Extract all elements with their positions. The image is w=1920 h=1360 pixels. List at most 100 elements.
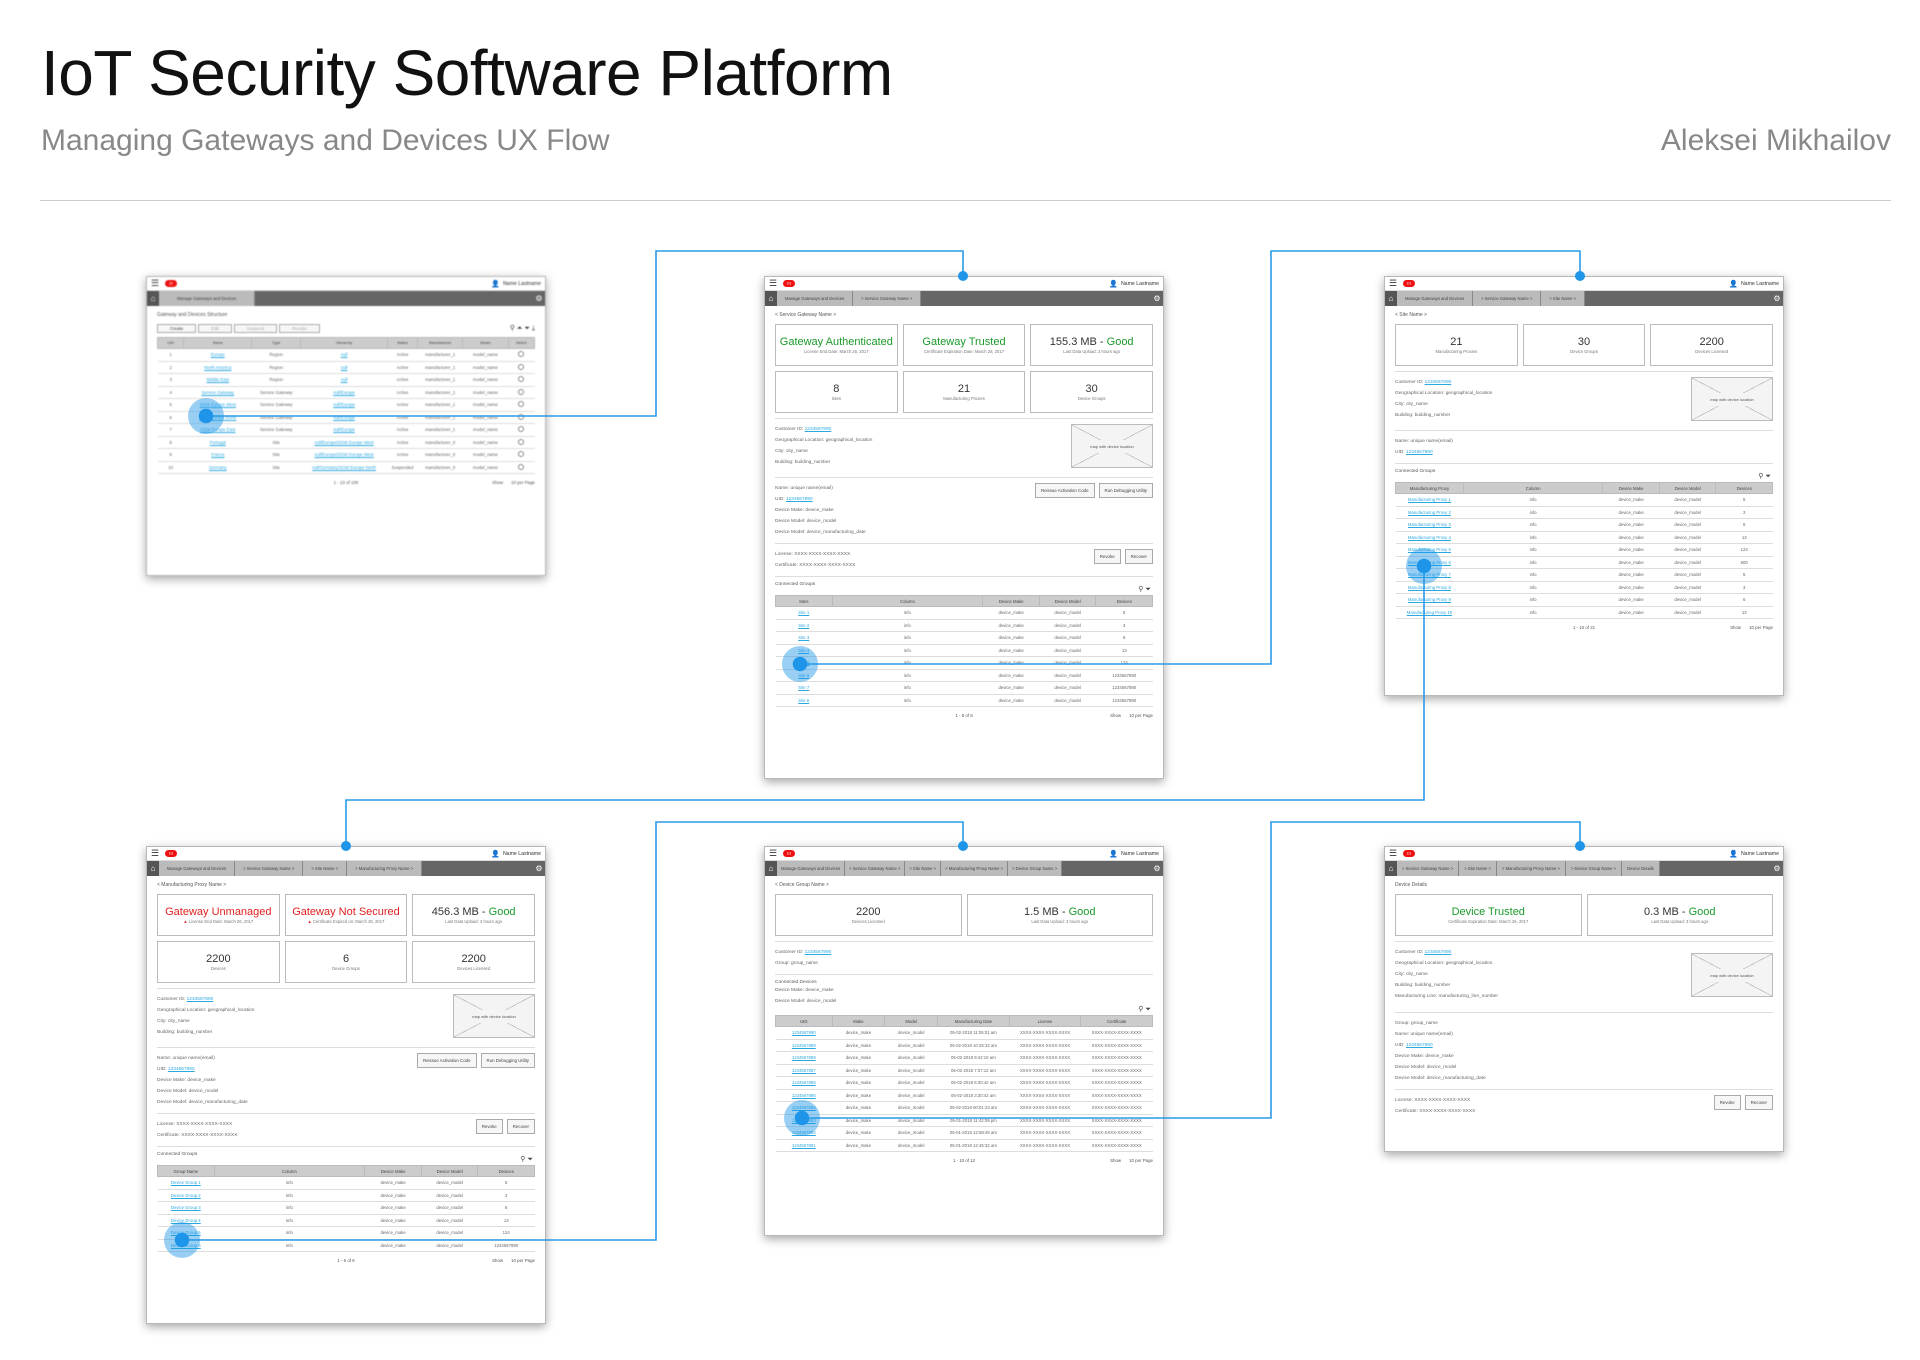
page-range[interactable]: 1 - 8 of 8 [955, 713, 972, 718]
menu-icon[interactable]: ☰ [151, 849, 159, 858]
row-link[interactable]: 1234567889 [775, 1039, 833, 1052]
home-icon[interactable]: ⌂ [147, 291, 159, 306]
col-header[interactable]: Column [213, 1165, 366, 1177]
table-row[interactable]: Device Group 6infodevice_makedevice_mode… [157, 1239, 535, 1252]
breadcrumb-item[interactable]: Manage Gateways and Devices [777, 291, 854, 306]
row-select-checkbox[interactable] [508, 448, 535, 462]
revoke-button[interactable]: Revoke [475, 1119, 503, 1134]
back-link[interactable]: < Site Name > [1395, 312, 1773, 318]
row-link[interactable]: Site 8 [775, 694, 833, 707]
table-row[interactable]: 10 Germany Site null/Germany/SGW Europe Nor… [157, 461, 535, 474]
row-select-checkbox[interactable] [508, 423, 535, 437]
home-icon[interactable]: ⌂ [1385, 291, 1397, 306]
row-link[interactable]: null/Europe [300, 411, 388, 424]
row-link[interactable]: France [183, 448, 252, 462]
customer-id-link[interactable]: 1234567890 [1425, 380, 1452, 385]
col-header[interactable]: Manufacturer [417, 337, 464, 349]
back-link[interactable]: < Device Group Name > [775, 882, 1153, 888]
create-button[interactable]: Create [157, 324, 197, 333]
gear-icon[interactable]: ⚙ [533, 291, 545, 306]
filter-icon[interactable]: ⏷ [1765, 473, 1771, 480]
row-link[interactable]: Site 7 [775, 681, 833, 695]
table-row[interactable]: 9 France Site null/Europe/SGW Europe West Ac… [157, 448, 535, 462]
row-link[interactable]: Germany [183, 461, 252, 474]
reissue-code-button[interactable]: Reissue Activation Code [1034, 483, 1095, 498]
row-link[interactable]: Middle East [183, 373, 252, 387]
col-header[interactable]: Status [386, 337, 419, 349]
row-link[interactable]: null/Europe [300, 423, 388, 437]
breadcrumb-item[interactable]: > Service Gateway Name > [853, 291, 922, 306]
breadcrumb-item[interactable]: > Site Name > [1459, 861, 1497, 876]
alert-badge[interactable]: !!! [165, 850, 177, 857]
col-header[interactable]: Device Model [1038, 595, 1097, 607]
alert-badge[interactable]: !!! [165, 280, 177, 287]
row-link[interactable]: Europe [183, 348, 252, 362]
row-link[interactable]: Site 2 [775, 619, 833, 632]
edit-button[interactable]: Edit [198, 324, 232, 333]
table-row[interactable]: Device Group 1 info device_make device_mode… [157, 1176, 535, 1190]
search-icon[interactable]: ⚲ [1138, 586, 1143, 593]
table-row[interactable]: Site 5infodevice_makedevice_model124 [775, 656, 1153, 670]
user-menu[interactable]: 👤 Name Lastname [1109, 280, 1159, 288]
row-link[interactable]: Site 1 [775, 606, 833, 620]
debug-utility-button[interactable]: Run Debugging Utility [480, 1053, 535, 1068]
alert-badge[interactable]: !!! [783, 280, 795, 287]
uid-link[interactable]: 1234567890 [786, 497, 813, 502]
debug-utility-button[interactable]: Run Debugging Utility [1098, 483, 1153, 498]
alert-badge[interactable]: !!! [1403, 280, 1415, 287]
row-link[interactable]: Manufacturing Proxy 1 [1395, 493, 1464, 507]
row-link[interactable]: 1234567888 [775, 1051, 833, 1065]
revoke-button[interactable]: Revoke [1093, 549, 1121, 564]
location-map[interactable]: map with device location [1691, 953, 1773, 997]
reissue-code-button[interactable]: Reissue Activation Code [416, 1053, 477, 1068]
alert-badge[interactable]: !!! [1403, 850, 1415, 857]
col-header[interactable]: Sites [775, 595, 833, 607]
row-link[interactable]: null/Europe [300, 386, 388, 399]
row-link[interactable]: Site 3 [775, 631, 833, 645]
row-link[interactable]: null/Europe/SGW Europe West [300, 448, 388, 462]
user-menu[interactable]: 👤 Name Lastname [1109, 850, 1159, 858]
col-header[interactable]: Devices [1715, 482, 1773, 494]
count-card[interactable]: 30 Device Groups [1030, 371, 1154, 413]
col-header[interactable]: Column [1462, 482, 1604, 494]
table-row[interactable]: Manufacturing Proxy 2 info device_make devi… [1395, 506, 1773, 519]
table-row[interactable]: 1234567890 device_make device_model 05-02-2… [775, 1026, 1153, 1040]
back-link[interactable]: < Manufacturing Proxy Name > [157, 882, 535, 888]
table-row[interactable]: 1234567884device_makedevice_model05-02-2… [775, 1101, 1153, 1115]
page-range[interactable]: 1 - 10 of 21 [1573, 625, 1595, 630]
row-link[interactable]: Device Group 1 [157, 1176, 215, 1190]
col-header[interactable]: Model [462, 337, 509, 349]
table-row[interactable]: 1 Europe Region null Active manufacturer_1 mod… [157, 348, 535, 362]
col-header[interactable]: Type [251, 337, 302, 349]
row-link[interactable]: null [300, 373, 388, 387]
col-header[interactable]: Group Name [157, 1165, 215, 1177]
row-link[interactable]: null [300, 348, 388, 362]
gear-icon[interactable]: ⚙ [1151, 861, 1163, 876]
table-row[interactable]: Site 3 info device_make device_model 6 [775, 631, 1153, 645]
menu-icon[interactable]: ☰ [769, 849, 777, 858]
count-card[interactable]: 2200 Devices Licensed [1650, 324, 1774, 366]
per-page-select[interactable]: 10 per Page [1749, 625, 1773, 630]
breadcrumb-item[interactable]: > Service Gateway Name > [845, 861, 906, 876]
col-header[interactable]: Select [507, 337, 536, 349]
search-icon[interactable]: ⚲ [1138, 1006, 1143, 1013]
row-select-checkbox[interactable] [508, 461, 535, 474]
col-header[interactable]: License [1008, 1015, 1082, 1027]
table-row[interactable]: 1234567886 device_make device_model 05-02-2… [775, 1076, 1153, 1090]
table-row[interactable]: 8 Portugal Site null/Europe/SGW Europe West… [157, 436, 535, 449]
user-menu[interactable]: 👤 Name Lastname [491, 280, 541, 288]
row-link[interactable]: Portugal [183, 436, 252, 449]
row-link[interactable]: Manufacturing Proxy 3 [1395, 518, 1464, 532]
table-row[interactable]: Manufacturing Proxy 3 info device_make devi… [1395, 518, 1773, 532]
per-page-select[interactable]: 10 per Page [511, 1258, 535, 1263]
row-link[interactable]: null/Europe [300, 398, 388, 412]
menu-icon[interactable]: ☰ [151, 279, 159, 288]
table-row[interactable]: Device Group 5infodevice_makedevice_mode… [157, 1226, 535, 1240]
customer-id-link[interactable]: 1234567890 [805, 427, 832, 432]
col-header[interactable]: Device Make [364, 1165, 422, 1177]
user-menu[interactable]: 👤 Name Lastname [491, 850, 541, 858]
alert-badge[interactable]: !!! [783, 850, 795, 857]
count-card[interactable]: 2200 Devices Licensed [775, 894, 962, 936]
uid-link[interactable]: 1234567890 [1406, 450, 1433, 455]
breadcrumb-item[interactable]: > Site Name > [1541, 291, 1586, 306]
